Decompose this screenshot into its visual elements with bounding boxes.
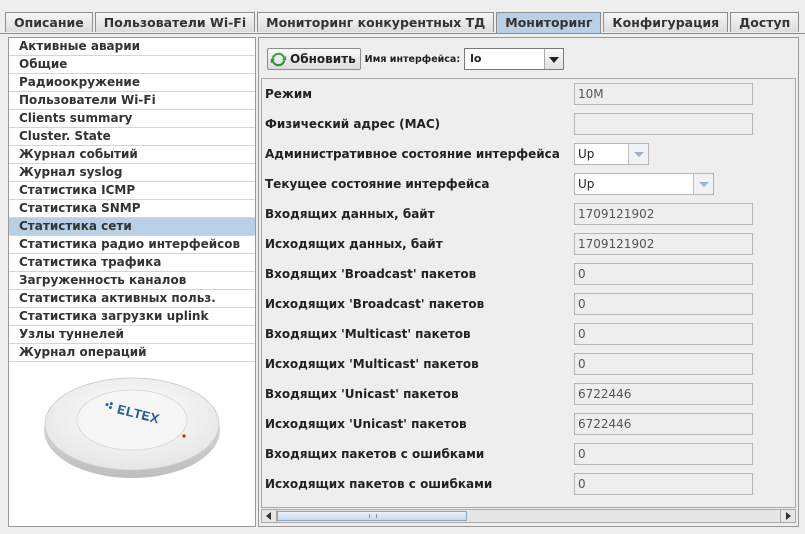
admin-state-value: Up	[578, 147, 595, 161]
stat-label: Входящих 'Broadcast' пакетов	[265, 267, 477, 281]
stat-row-tx-broadcast: Исходящих 'Broadcast' пакетов 0	[262, 289, 795, 319]
sidebar: Активные аварии Общие Радиоокружение Пол…	[8, 37, 256, 527]
chevron-down-icon[interactable]	[544, 49, 564, 69]
sidebar-item-general[interactable]: Общие	[9, 56, 255, 74]
stat-label: Исходящих данных, байт	[265, 237, 443, 251]
tab-access[interactable]: Доступ	[730, 12, 800, 32]
stat-row-tx-unicast: Исходящих 'Unicast' пакетов 6722446	[262, 409, 795, 439]
stat-row-admin-state: Административное состояние интерфейса Up	[262, 139, 795, 169]
stat-label: Исходящих 'Broadcast' пакетов	[265, 297, 485, 311]
stat-row-mode: Режим 10M	[262, 79, 795, 109]
tab-divider	[0, 33, 805, 34]
sidebar-item-network-stats[interactable]: Статистика сети	[9, 218, 255, 236]
stat-value-field: 6722446	[574, 413, 753, 435]
sidebar-item-event-log[interactable]: Журнал событий	[9, 146, 255, 164]
sidebar-item-channel-load[interactable]: Загруженность каналов	[9, 272, 255, 290]
stat-label: Входящих пакетов с ошибками	[265, 447, 485, 461]
current-state-value: Up	[578, 177, 595, 191]
refresh-button-label: Обновить	[290, 52, 356, 66]
interface-name-label: Имя интерфейса:	[364, 53, 461, 65]
stat-row-rx-bytes: Входящих данных, байт 1709121902	[262, 199, 795, 229]
stat-label: Текущее состояние интерфейса	[265, 177, 490, 191]
stat-label: Входящих 'Unicast' пакетов	[265, 387, 459, 401]
stat-row-rx-unicast: Входящих 'Unicast' пакетов 6722446	[262, 379, 795, 409]
stat-row-tx-multicast: Исходящих 'Multicast' пакетов 0	[262, 349, 795, 379]
sidebar-item-tunnel-nodes[interactable]: Узлы туннелей	[9, 326, 255, 344]
tab-competitor-monitoring[interactable]: Мониторинг конкурентных ТД	[257, 12, 495, 32]
stat-label: Физический адрес (MAC)	[265, 117, 441, 131]
stat-row-tx-bytes: Исходящих данных, байт 1709121902	[262, 229, 795, 259]
sidebar-item-syslog[interactable]: Журнал syslog	[9, 164, 255, 182]
access-point-image	[44, 377, 220, 478]
sidebar-item-radio-environment[interactable]: Радиоокружение	[9, 74, 255, 92]
sidebar-item-traffic-stats[interactable]: Статистика трафика	[9, 254, 255, 272]
interface-select-value: lo	[470, 52, 482, 65]
sidebar-item-snmp-stats[interactable]: Статистика SNMP	[9, 200, 255, 218]
admin-state-select[interactable]: Up	[574, 143, 649, 165]
stat-value-field: 0	[574, 443, 753, 465]
sidebar-item-icmp-stats[interactable]: Статистика ICMP	[9, 182, 255, 200]
stat-row-rx-errors: Входящих пакетов с ошибками 0	[262, 439, 795, 469]
sidebar-item-cluster-state[interactable]: Cluster. State	[9, 128, 255, 146]
sidebar-item-wifi-users[interactable]: Пользователи Wi-Fi	[9, 92, 255, 110]
stat-label: Входящих 'Multicast' пакетов	[265, 327, 471, 341]
sidebar-item-operation-log[interactable]: Журнал операций	[9, 344, 255, 362]
stat-value-field: 0	[574, 293, 753, 315]
stat-value-field: 0	[574, 263, 753, 285]
main-panel: Обновить Имя интерфейса: lo Режим 10M Фи…	[258, 37, 799, 527]
stat-value-field	[574, 113, 753, 135]
stat-value-field: 0	[574, 353, 753, 375]
refresh-button[interactable]: Обновить	[267, 48, 361, 70]
sidebar-item-active-user-stats[interactable]: Статистика активных польз.	[9, 290, 255, 308]
stat-label: Административное состояние интерфейса	[265, 147, 560, 161]
refresh-icon	[270, 52, 287, 66]
scrollbar-thumb[interactable]	[277, 511, 467, 521]
stat-row-rx-broadcast: Входящих 'Broadcast' пакетов 0	[262, 259, 795, 289]
sidebar-item-active-alarms[interactable]: Активные аварии	[9, 38, 255, 56]
current-state-select[interactable]: Up	[574, 173, 714, 195]
horizontal-scrollbar[interactable]	[261, 509, 796, 523]
chevron-down-icon[interactable]	[693, 174, 713, 194]
tab-description[interactable]: Описание	[5, 12, 93, 32]
stat-row-rx-multicast: Входящих 'Multicast' пакетов 0	[262, 319, 795, 349]
sidebar-item-uplink-load-stats[interactable]: Статистика загрузки uplink	[9, 308, 255, 326]
stat-value-field: 0	[574, 473, 753, 495]
stat-label: Режим	[265, 87, 313, 101]
stat-value-field: 1709121902	[574, 233, 753, 255]
scroll-right-icon[interactable]	[780, 510, 795, 522]
toolbar: Обновить Имя интерфейса: lo	[267, 48, 565, 70]
tab-wifi-users[interactable]: Пользователи Wi-Fi	[94, 12, 256, 32]
tab-bar: Описание Пользователи Wi-Fi Мониторинг к…	[5, 12, 801, 34]
tab-monitoring[interactable]: Мониторинг	[496, 12, 602, 34]
stat-label: Исходящих 'Unicast' пакетов	[265, 417, 467, 431]
grip-icon	[369, 514, 377, 518]
stat-row-tx-errors: Исходящих пакетов с ошибками 0	[262, 469, 795, 499]
stat-row-current-state: Текущее состояние интерфейса Up	[262, 169, 795, 199]
stat-row-mac: Физический адрес (MAC)	[262, 109, 795, 139]
chevron-down-icon[interactable]	[628, 144, 648, 164]
stat-label: Исходящих пакетов с ошибками	[265, 477, 493, 491]
scroll-left-icon[interactable]	[262, 510, 277, 522]
stat-label: Исходящих 'Multicast' пакетов	[265, 357, 479, 371]
stat-value-field: 0	[574, 323, 753, 345]
stat-value-field: 10M	[574, 83, 753, 105]
tab-configuration[interactable]: Конфигурация	[603, 12, 729, 32]
stats-panel: Режим 10M Физический адрес (MAC) Админис…	[261, 78, 796, 508]
interface-select[interactable]: lo	[464, 48, 565, 70]
sidebar-item-radio-interface-stats[interactable]: Статистика радио интерфейсов	[9, 236, 255, 254]
stat-value-field: 6722446	[574, 383, 753, 405]
stat-label: Входящих данных, байт	[265, 207, 435, 221]
sidebar-item-clients-summary[interactable]: Clients summary	[9, 110, 255, 128]
stat-value-field: 1709121902	[574, 203, 753, 225]
